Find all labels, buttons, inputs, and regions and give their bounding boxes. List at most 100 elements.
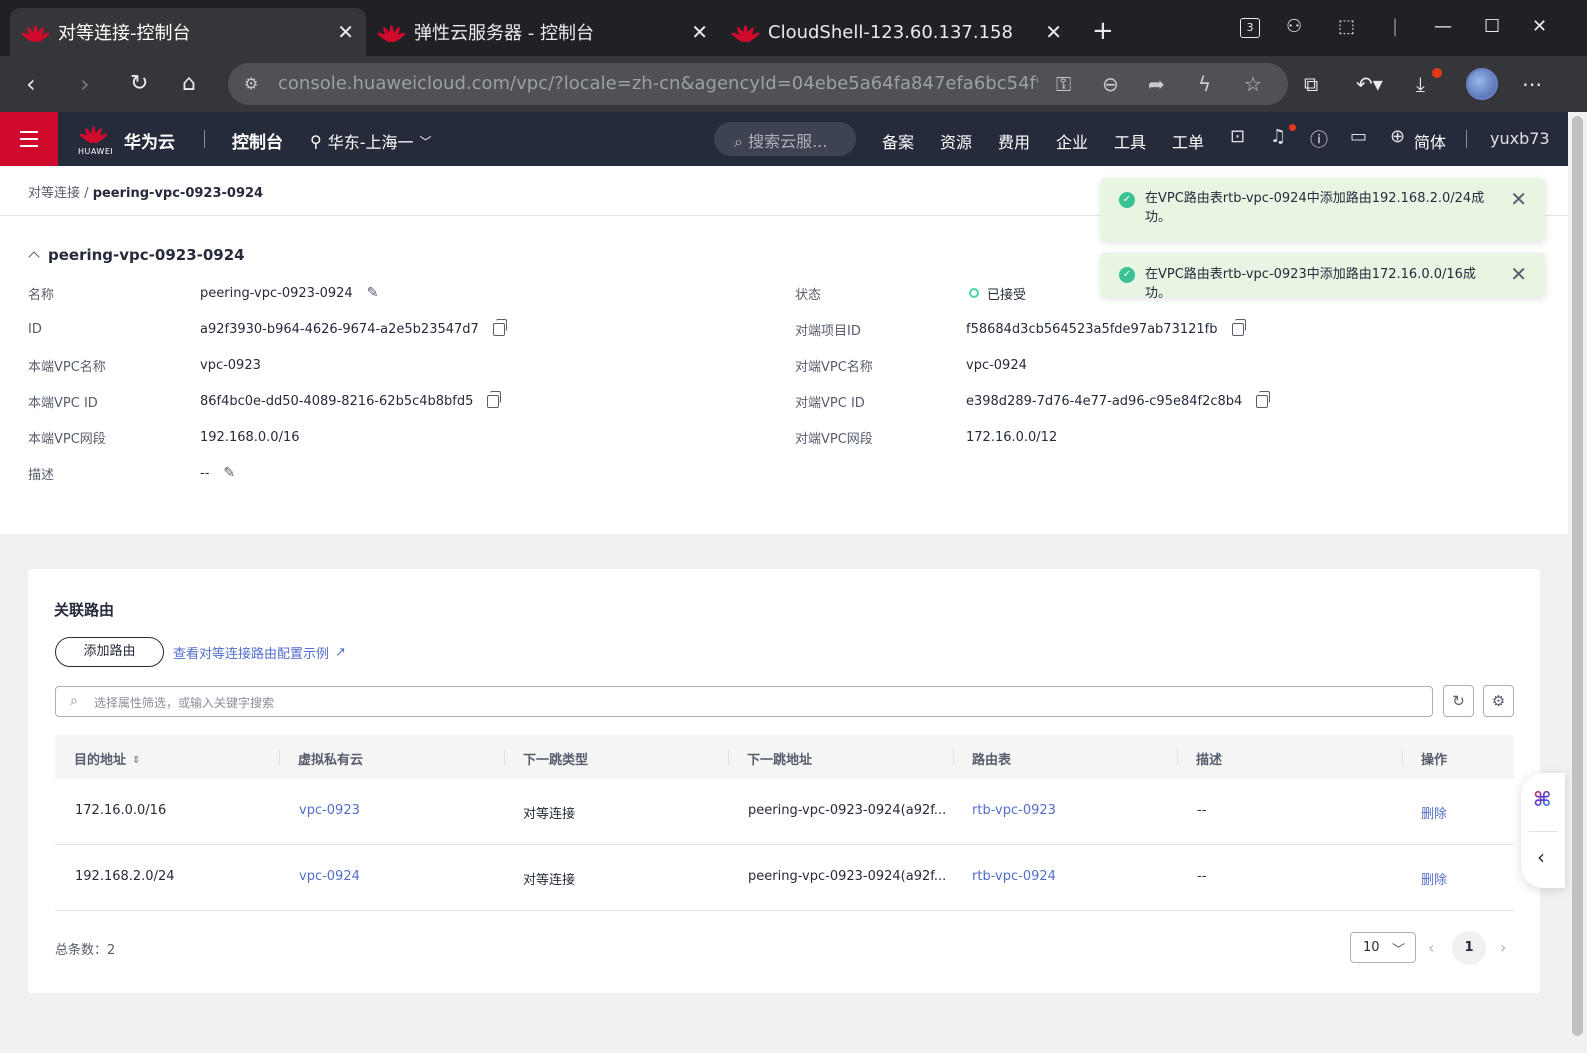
nav-enterprise[interactable]: 企业 xyxy=(1056,129,1088,153)
huawei-brand-logo[interactable]: HUAWEI xyxy=(78,120,114,160)
total-count: 总条数：2 xyxy=(55,943,116,958)
console-link[interactable]: 控制台 xyxy=(232,128,283,153)
delete-route-button[interactable]: 删除 xyxy=(1421,869,1447,888)
nav-tickets[interactable]: 工单 xyxy=(1172,129,1204,153)
brand-tiny-text: HUAWEI xyxy=(78,147,114,156)
edit-icon[interactable]: ✎ xyxy=(223,465,235,481)
cell-vpc-link[interactable]: vpc-0924 xyxy=(299,869,360,884)
menu-icon[interactable] xyxy=(0,112,58,166)
username[interactable]: yuxb73 xyxy=(1490,129,1550,148)
table-row: 192.168.2.0/24 vpc-0924 对等连接 peering-vpc… xyxy=(55,845,1514,911)
bookmark-star-icon[interactable]: ☆ xyxy=(1244,72,1262,96)
page-scrollbar[interactable] xyxy=(1568,112,1587,1053)
browser-tab-peering[interactable]: 对等连接-控制台 ✕ xyxy=(10,8,366,56)
language-switch[interactable]: 简体 xyxy=(1414,129,1446,153)
prev-page-icon[interactable]: ‹ xyxy=(1428,938,1434,957)
cloudshell-terminal-icon[interactable]: ⊡ xyxy=(1230,126,1245,147)
site-settings-icon[interactable]: ⚙ xyxy=(244,74,258,93)
cell-route-table-link[interactable]: rtb-vpc-0924 xyxy=(972,869,1056,884)
cell-vpc-link[interactable]: vpc-0923 xyxy=(299,803,360,818)
new-tab-icon[interactable]: + xyxy=(1092,16,1114,46)
back-icon[interactable]: ‹ xyxy=(26,70,36,98)
filter-search-input[interactable]: ⌕ 选择属性筛选，或输入关键字搜索 xyxy=(55,686,1433,717)
toast-close-icon[interactable]: ✕ xyxy=(1510,187,1527,211)
feedback-icon[interactable]: ▭ xyxy=(1350,126,1367,147)
address-url[interactable]: console.huaweicloud.com/vpc/?locale=zh-c… xyxy=(278,73,1038,94)
collapse-chevron-left-icon[interactable]: ‹ xyxy=(1537,845,1545,869)
zoom-out-icon[interactable]: ⊖ xyxy=(1102,72,1119,96)
brand-name[interactable]: 华为云 xyxy=(124,128,175,153)
browser-tabstrip: 对等连接-控制台 ✕ 弹性云服务器 - 控制台 ✕ CloudShell-123… xyxy=(0,0,1587,56)
edit-icon[interactable]: ✎ xyxy=(367,285,379,301)
minimize-icon[interactable]: — xyxy=(1434,16,1452,37)
nav-tools[interactable]: 工具 xyxy=(1114,129,1146,153)
refresh-button[interactable]: ↻ xyxy=(1443,685,1474,717)
tab-close-icon[interactable]: ✕ xyxy=(337,20,354,44)
notification-bell-icon[interactable]: ♫ xyxy=(1270,126,1286,147)
chevron-down-icon: ﹀ xyxy=(1391,943,1405,958)
page-number-current[interactable]: 1 xyxy=(1452,931,1486,965)
next-page-icon[interactable]: › xyxy=(1500,938,1506,957)
forward-icon[interactable]: › xyxy=(80,70,90,98)
copy-icon[interactable] xyxy=(1231,318,1246,336)
tab-close-icon[interactable]: ✕ xyxy=(1045,20,1062,44)
reload-icon[interactable]: ↻ xyxy=(130,70,148,98)
route-example-link[interactable]: 查看对等连接路由配置示例 ↗ xyxy=(173,643,346,662)
profile-avatar[interactable] xyxy=(1466,68,1498,100)
extensions-icon[interactable]: ⬚ xyxy=(1338,16,1355,37)
table-row: 172.16.0.0/16 vpc-0923 对等连接 peering-vpc-… xyxy=(55,779,1514,845)
column-divider xyxy=(1177,749,1178,765)
key-icon[interactable]: ⚿ xyxy=(1056,72,1071,96)
nav-beian[interactable]: 备案 xyxy=(882,129,914,153)
widget-divider xyxy=(1529,831,1557,832)
share-icon[interactable]: ➦ xyxy=(1148,72,1165,96)
window-close-icon[interactable]: ✕ xyxy=(1532,16,1547,37)
undo-dropdown-icon[interactable]: ↶▾ xyxy=(1356,70,1383,98)
add-route-button[interactable]: 添加路由 xyxy=(55,637,164,667)
copy-icon[interactable] xyxy=(1256,390,1271,408)
address-bar[interactable]: ⚙ console.huaweicloud.com/vpc/?locale=zh… xyxy=(228,63,1288,105)
lightning-icon[interactable]: ϟ xyxy=(1198,72,1211,96)
maximize-icon[interactable]: ☐ xyxy=(1484,16,1500,37)
tab-close-icon[interactable]: ✕ xyxy=(691,20,708,44)
scrollbar-thumb[interactable] xyxy=(1572,116,1583,1036)
chevron-up-icon xyxy=(28,251,40,263)
field-value: e398d289-7d76-4e77-ad96-c95e84f2c8b4 xyxy=(966,393,1243,409)
column-dest[interactable]: 目的地址 ⇕ xyxy=(74,749,140,768)
assistant-logo-icon[interactable]: ⌘ xyxy=(1533,787,1552,811)
cell-route-table-link[interactable]: rtb-vpc-0923 xyxy=(972,803,1056,818)
settings-button[interactable]: ⚙ xyxy=(1483,685,1514,717)
header-divider xyxy=(1466,130,1467,148)
download-badge xyxy=(1432,68,1442,78)
region-selector[interactable]: ⚲ 华东-上海一 ﹀ xyxy=(310,129,432,153)
browser-tab-ecs[interactable]: 弹性云服务器 - 控制台 ✕ xyxy=(366,8,720,56)
nav-resources[interactable]: 资源 xyxy=(940,129,972,153)
breadcrumb-parent[interactable]: 对等连接 xyxy=(28,186,80,201)
more-menu-icon[interactable]: ⋯ xyxy=(1522,70,1542,98)
console-search[interactable]: ⌕ 搜索云服... xyxy=(714,122,856,156)
field-value: 192.168.0.0/16 xyxy=(200,429,300,445)
success-toast: ✓ 在VPC路由表rtb-vpc-0923中添加路由172.16.0.0/16成… xyxy=(1101,253,1545,301)
help-icon[interactable]: ⓘ xyxy=(1310,126,1328,152)
basic-info-toggle[interactable]: peering-vpc-0923-0924 xyxy=(28,246,245,264)
home-icon[interactable]: ⌂ xyxy=(182,70,196,98)
gear-icon: ⚙ xyxy=(1491,692,1506,710)
incognito-icon[interactable]: ⚇ xyxy=(1286,16,1302,37)
browser-tab-cloudshell[interactable]: CloudShell-123.60.137.158 ✕ xyxy=(720,8,1074,56)
huawei-logo-icon xyxy=(20,21,51,44)
extensions-puzzle-icon[interactable]: ⧉ xyxy=(1304,70,1318,98)
notification-dot xyxy=(1289,124,1296,131)
toast-close-icon[interactable]: ✕ xyxy=(1510,262,1527,286)
delete-route-button[interactable]: 删除 xyxy=(1421,803,1447,822)
nav-billing[interactable]: 费用 xyxy=(998,129,1030,153)
column-divider xyxy=(728,749,729,765)
tab-count-icon[interactable]: 3 xyxy=(1240,18,1260,38)
copy-icon[interactable] xyxy=(492,318,507,336)
column-hop-type: 下一跳类型 xyxy=(523,753,589,768)
page-size-select[interactable]: 10 ﹀ xyxy=(1350,932,1416,963)
success-check-icon: ✓ xyxy=(1119,192,1135,208)
downloads-icon[interactable]: ⤓ xyxy=(1416,70,1425,98)
sort-icon[interactable]: ⇕ xyxy=(132,755,140,766)
globe-icon[interactable]: ⊕ xyxy=(1390,126,1405,147)
copy-icon[interactable] xyxy=(487,390,502,408)
